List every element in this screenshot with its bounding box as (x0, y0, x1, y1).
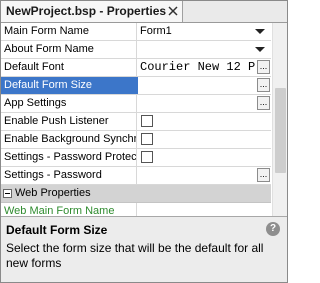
ellipsis-button[interactable]: ... (257, 78, 270, 92)
property-name: Web Main Form Name (1, 203, 137, 216)
ellipsis-button[interactable]: ... (257, 96, 270, 110)
scrollbar-thumb[interactable] (275, 88, 286, 173)
property-grid: Main Form Name Form1 About Form Name Def… (1, 23, 271, 216)
property-name: Default Font (1, 59, 137, 76)
checkbox[interactable] (141, 133, 153, 145)
properties-panel: NewProject.bsp - Properties Main Form Na… (0, 0, 288, 283)
property-value-dropdown[interactable]: Form1 (138, 23, 271, 40)
property-name: Settings - Password Protec (1, 149, 137, 166)
property-name: Enable Push Listener (1, 113, 137, 130)
property-name: Default Form Size (1, 77, 137, 94)
help-icon[interactable]: ? (266, 222, 280, 236)
property-row-enable-background-sync[interactable]: Enable Background Synchro (1, 131, 271, 149)
tab-properties[interactable]: NewProject.bsp - Properties (1, 1, 183, 22)
property-value-dropdown[interactable] (138, 41, 271, 58)
property-row-about-form-name[interactable]: About Form Name (1, 41, 271, 59)
property-value-field (138, 131, 271, 148)
chevron-down-icon[interactable] (255, 29, 265, 34)
property-value-field (138, 149, 271, 166)
checkbox[interactable] (141, 115, 153, 127)
description-pane: Default Form Size ? Select the form size… (1, 216, 287, 282)
description-text: Select the form size that will be the de… (6, 241, 264, 270)
tab-strip: NewProject.bsp - Properties (1, 1, 287, 23)
property-value-field[interactable]: ... (138, 167, 271, 184)
property-name: Settings - Password (1, 167, 137, 184)
category-web-properties[interactable]: Web Properties (1, 185, 271, 203)
property-row-web-main-form-name[interactable]: Web Main Form Name (1, 203, 271, 216)
property-value-field[interactable] (138, 203, 271, 216)
close-icon[interactable] (168, 6, 178, 16)
checkbox[interactable] (141, 151, 153, 163)
property-value-field (138, 113, 271, 130)
ellipsis-button[interactable]: ... (257, 60, 270, 74)
property-value: Form1 (140, 25, 172, 37)
vertical-scrollbar[interactable] (272, 23, 287, 216)
property-value-font[interactable]: Courier New 12 P: ... (138, 59, 271, 76)
property-value-field[interactable]: ... (138, 95, 271, 112)
property-name: App Settings (1, 95, 137, 112)
property-row-main-form-name[interactable]: Main Form Name Form1 (1, 23, 271, 41)
property-row-settings-password-protect[interactable]: Settings - Password Protec (1, 149, 271, 167)
property-name: Main Form Name (1, 23, 137, 40)
property-row-settings-password[interactable]: Settings - Password ... (1, 167, 271, 185)
property-value-field[interactable]: ... (138, 77, 271, 94)
tab-title: NewProject.bsp - Properties (6, 4, 167, 18)
property-row-default-form-size[interactable]: Default Form Size ... (1, 77, 271, 95)
chevron-down-icon[interactable] (255, 47, 265, 52)
property-row-enable-push-listener[interactable]: Enable Push Listener (1, 113, 271, 131)
property-row-default-font[interactable]: Default Font Courier New 12 P: ... (1, 59, 271, 77)
property-name: Enable Background Synchro (1, 131, 137, 148)
ellipsis-button[interactable]: ... (257, 168, 270, 182)
property-name: About Form Name (1, 41, 137, 58)
description-title: Default Form Size (6, 223, 108, 237)
category-label: Web Properties (15, 187, 91, 199)
collapse-icon[interactable] (3, 189, 12, 198)
property-value: Courier New 12 P: (140, 60, 263, 74)
property-row-app-settings[interactable]: App Settings ... (1, 95, 271, 113)
